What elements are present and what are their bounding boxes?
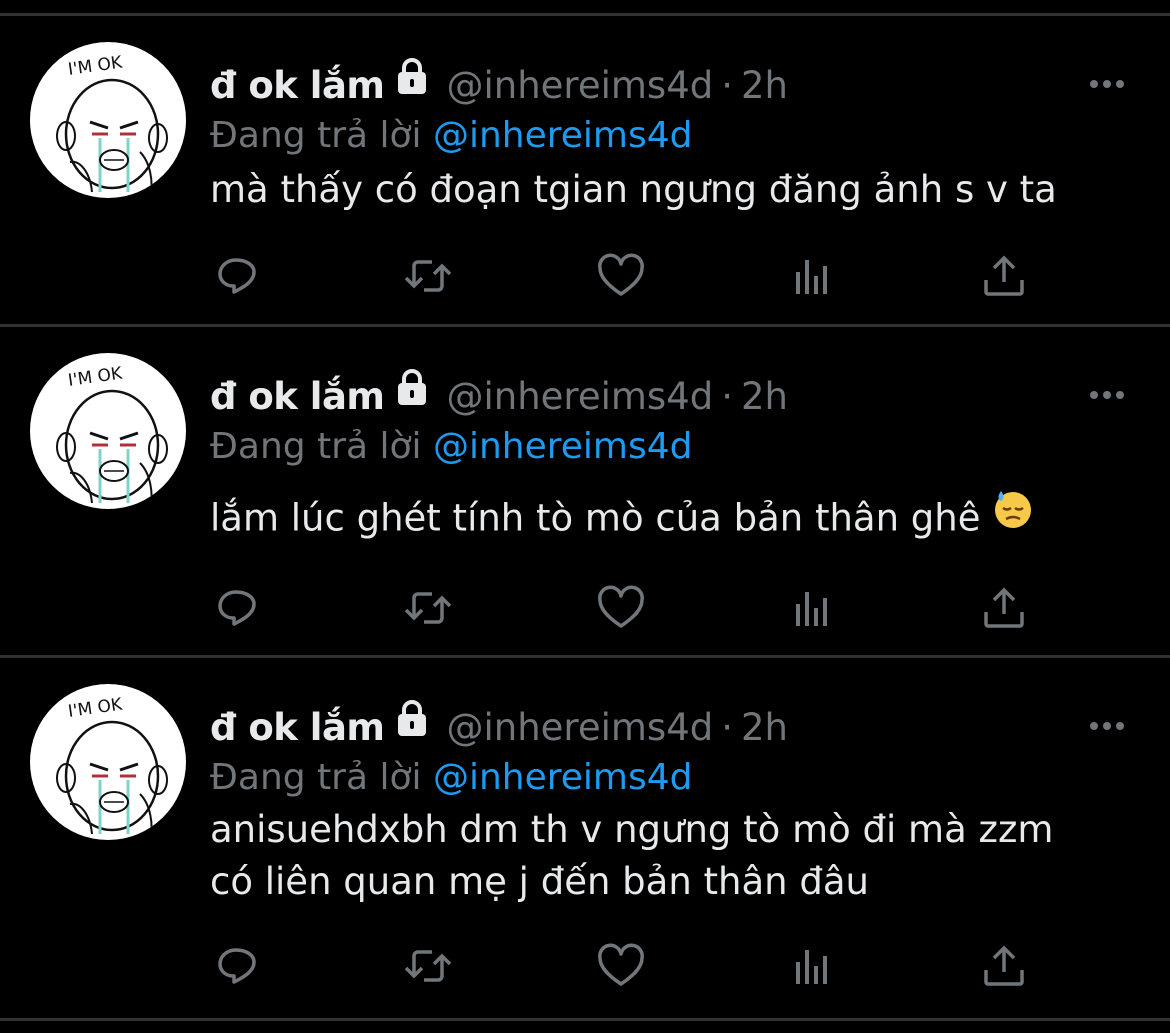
reply-to-link[interactable]: @inhereims4d: [433, 426, 693, 467]
reply-button[interactable]: [210, 248, 266, 304]
analytics-icon: [796, 950, 827, 984]
like-icon: [598, 943, 644, 986]
share-button[interactable]: [976, 580, 1032, 636]
tweet-actions: [210, 938, 1050, 998]
share-icon: [984, 587, 1024, 628]
handle[interactable]: @inhereims4d: [446, 706, 713, 749]
reply-to-link[interactable]: @inhereims4d: [433, 115, 693, 156]
reply-icon: [218, 948, 256, 984]
handle[interactable]: @inhereims4d: [446, 375, 713, 418]
like-icon: [598, 585, 644, 628]
reply-button[interactable]: [210, 580, 266, 636]
separator: ·: [721, 706, 733, 749]
timestamp[interactable]: 2h: [741, 706, 788, 749]
avatar-label: I'M OK: [67, 52, 124, 79]
retweet-icon: [404, 592, 452, 624]
more-options-button[interactable]: [1080, 708, 1134, 744]
display-name[interactable]: đ ok lắm: [210, 706, 385, 749]
tweet-text: anisuehdxbh dm th v ngưng tò mò đi mà zz…: [210, 808, 1054, 903]
retweet-button[interactable]: [400, 248, 456, 304]
tweet-header: đ ok lắm @inhereims4d · 2h: [210, 367, 788, 427]
like-button[interactable]: [593, 938, 649, 994]
share-icon: [984, 945, 1024, 986]
tweet-actions: [210, 248, 1050, 308]
divider: [0, 1018, 1170, 1021]
tweet[interactable]: I'M OK đ ok lắm @inhereims4d · 2h Đang t…: [0, 16, 1170, 324]
timestamp[interactable]: 2h: [741, 64, 788, 107]
lock-icon: [392, 365, 432, 425]
more-options-button[interactable]: [1080, 66, 1134, 102]
tweet-header: đ ok lắm @inhereims4d · 2h: [210, 698, 788, 758]
reply-context: Đang trả lời @inhereims4d: [210, 108, 693, 164]
display-name[interactable]: đ ok lắm: [210, 375, 385, 418]
timestamp[interactable]: 2h: [741, 375, 788, 418]
reply-to-link[interactable]: @inhereims4d: [433, 757, 693, 798]
analytics-button[interactable]: [784, 580, 840, 636]
avatar[interactable]: I'M OK: [30, 684, 186, 840]
reply-context: Đang trả lời @inhereims4d: [210, 750, 693, 806]
tweet-feed: I'M OK đ ok lắm @inhereims4d · 2h Đang t…: [0, 0, 1170, 1033]
analytics-button[interactable]: [784, 938, 840, 994]
reply-icon: [218, 258, 256, 294]
more-dot: [1116, 80, 1124, 88]
tweet[interactable]: I'M OK đ ok lắm @inhereims4d · 2h Đang t…: [0, 658, 1170, 1018]
share-button[interactable]: [976, 248, 1032, 304]
more-dot: [1090, 391, 1098, 399]
reply-context: Đang trả lời @inhereims4d: [210, 419, 693, 475]
more-dot: [1103, 80, 1111, 88]
avatar[interactable]: I'M OK: [30, 42, 186, 198]
share-icon: [984, 255, 1024, 296]
more-dot: [1103, 391, 1111, 399]
more-options-button[interactable]: [1080, 377, 1134, 413]
reply-prefix: Đang trả lời: [210, 757, 422, 798]
analytics-icon: [796, 260, 827, 294]
separator: ·: [721, 375, 733, 418]
handle[interactable]: @inhereims4d: [446, 64, 713, 107]
analytics-button[interactable]: [784, 248, 840, 304]
more-dot: [1090, 722, 1098, 730]
retweet-button[interactable]: [400, 580, 456, 636]
more-dot: [1103, 722, 1111, 730]
like-button[interactable]: [593, 248, 649, 304]
separator: ·: [721, 64, 733, 107]
reply-prefix: Đang trả lời: [210, 426, 422, 467]
avatar-label: I'M OK: [67, 694, 124, 721]
avatar-label: I'M OK: [67, 363, 124, 390]
reply-button[interactable]: [210, 938, 266, 994]
more-dot: [1116, 722, 1124, 730]
analytics-icon: [796, 592, 827, 626]
tweet-text-content: lắm lúc ghét tính tò mò của bản thân ghê: [210, 496, 981, 540]
avatar[interactable]: I'M OK: [30, 353, 186, 509]
downcast-face-with-sweat-emoji: [992, 488, 1034, 544]
like-icon: [598, 253, 644, 296]
more-dot: [1090, 80, 1098, 88]
tweet-text: lắm lúc ghét tính tò mò của bản thân ghê: [210, 491, 1130, 548]
lock-icon: [392, 54, 432, 114]
more-dot: [1116, 391, 1124, 399]
tweet-header: đ ok lắm @inhereims4d · 2h: [210, 56, 788, 116]
retweet-button[interactable]: [400, 938, 456, 994]
reply-icon: [218, 590, 256, 626]
reply-prefix: Đang trả lời: [210, 115, 422, 156]
tweet-actions: [210, 580, 1050, 640]
display-name[interactable]: đ ok lắm: [210, 64, 385, 107]
tweet-text: mà thấy có đoạn tgian ngưng đăng ảnh s v…: [210, 168, 1057, 211]
retweet-icon: [404, 950, 452, 982]
share-button[interactable]: [976, 938, 1032, 994]
lock-icon: [392, 696, 432, 756]
retweet-icon: [404, 260, 452, 292]
like-button[interactable]: [593, 580, 649, 636]
tweet[interactable]: I'M OK đ ok lắm @inhereims4d · 2h Đang t…: [0, 327, 1170, 655]
